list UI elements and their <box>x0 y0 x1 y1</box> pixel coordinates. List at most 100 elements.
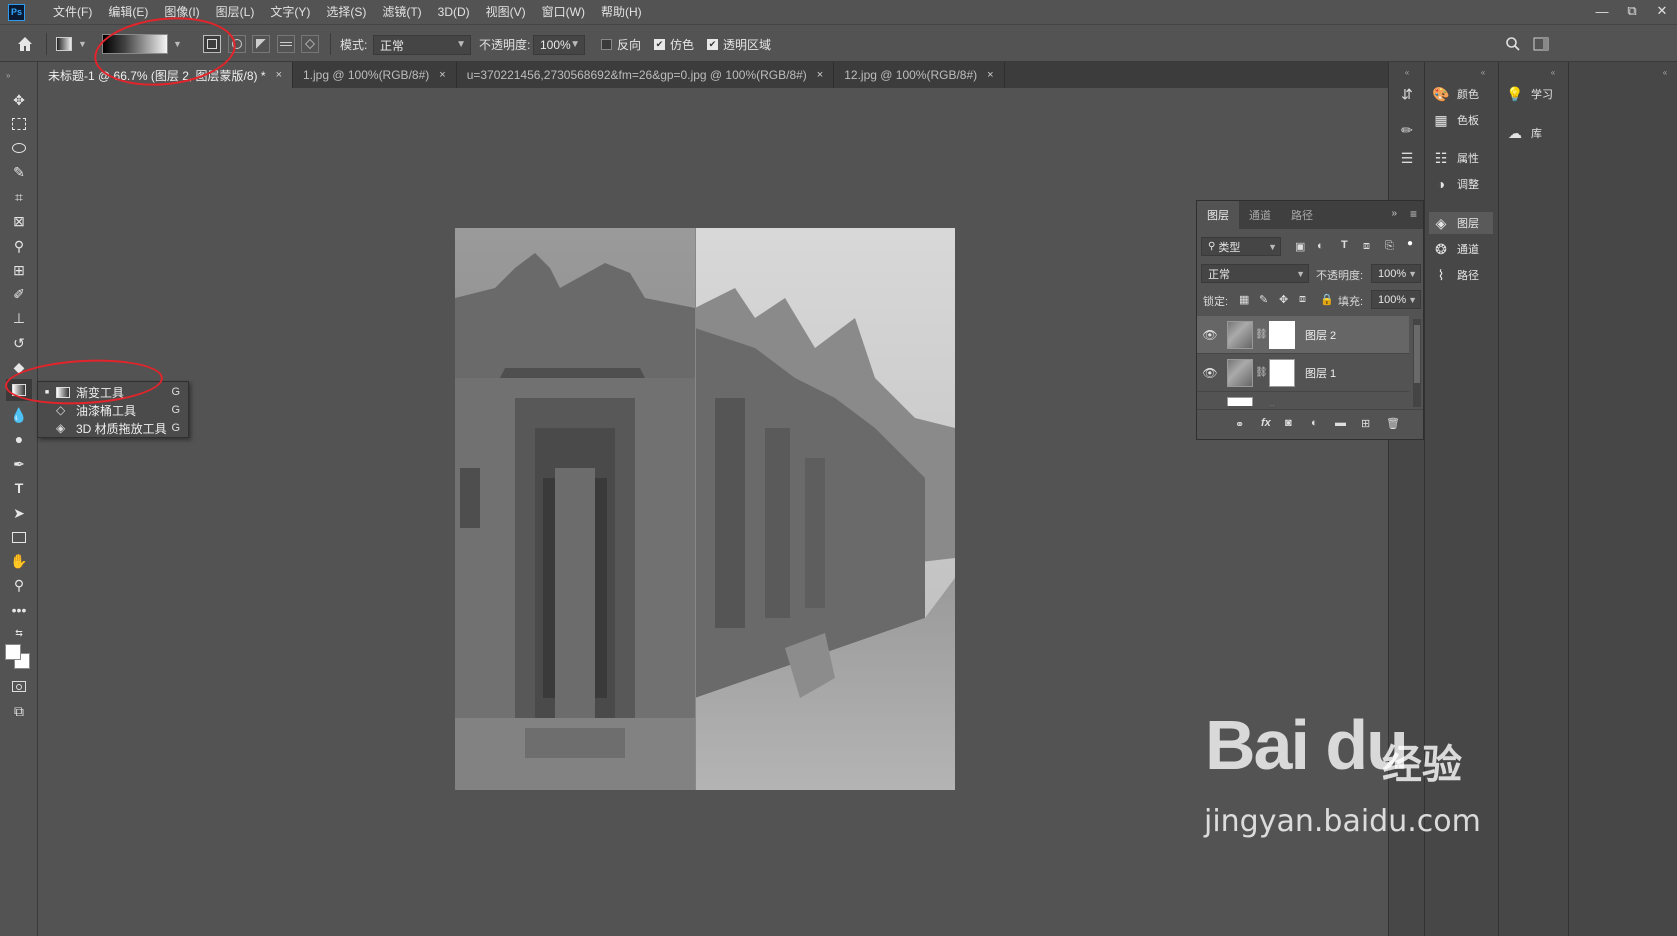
visibility-eye-icon[interactable]: 👁 <box>1197 328 1223 342</box>
brush-tool-icon[interactable]: ✐ <box>6 283 32 305</box>
collapse-dock-icon[interactable]: « <box>1543 62 1563 82</box>
restore-button[interactable]: ⧉ <box>1617 0 1647 22</box>
layer-thumbnail[interactable] <box>1227 358 1253 387</box>
dock-item-libraries[interactable]: ☁ 库 <box>1505 122 1542 144</box>
filter-adjustment-icon[interactable]: ◐ <box>1317 240 1324 252</box>
history-brush-tool-icon[interactable]: ↺ <box>6 332 32 354</box>
link-layers-icon[interactable]: ⚭ <box>1235 418 1244 431</box>
filter-pixel-icon[interactable]: ▣ <box>1295 240 1305 253</box>
close-tab-icon[interactable]: × <box>987 69 993 81</box>
dither-checkbox[interactable]: ✔ 仿色 <box>654 33 694 55</box>
fill-field[interactable]: 100% ▼ <box>1371 290 1421 309</box>
menu-type[interactable]: 文字(Y) <box>262 0 318 24</box>
dock-item-paths[interactable]: ⌇ 路径 <box>1431 264 1479 286</box>
close-tab-icon[interactable]: × <box>276 69 282 81</box>
lock-paint-icon[interactable]: ✎ <box>1259 293 1268 306</box>
link-chain-icon[interactable]: ⛓ <box>1255 367 1268 378</box>
menu-view[interactable]: 视图(V) <box>478 0 534 24</box>
mode-dropdown[interactable]: 正常 ▼ <box>373 35 471 55</box>
type-tool-icon[interactable]: T <box>6 477 32 499</box>
layer-name[interactable]: 图层 1 <box>1305 365 1336 381</box>
layer-opacity-field[interactable]: 100% ▼ <box>1371 264 1421 283</box>
crop-tool-icon[interactable]: ⌗ <box>6 186 32 208</box>
dodge-tool-icon[interactable]: ● <box>6 428 32 450</box>
tab-layers[interactable]: 图层 <box>1197 201 1239 229</box>
lasso-tool-icon[interactable] <box>6 137 32 159</box>
adjust-sliders-icon[interactable]: ☰ <box>1397 148 1417 168</box>
dock-item-swatches[interactable]: ▦ 色板 <box>1431 109 1479 131</box>
quick-mask-icon[interactable] <box>6 675 32 697</box>
tab-document-2[interactable]: 1.jpg @ 100%(RGB/8#) × <box>293 62 457 88</box>
eyedropper-tool-icon[interactable]: ⚲ <box>6 235 32 257</box>
visibility-eye-icon[interactable]: 👁 <box>1197 366 1223 380</box>
reverse-check-box[interactable] <box>601 38 612 50</box>
add-mask-icon[interactable]: ◙ <box>1285 417 1292 429</box>
lock-position-icon[interactable]: ✥ <box>1279 293 1288 306</box>
angle-gradient-button[interactable] <box>252 35 270 53</box>
history-icon[interactable]: ⇵ <box>1397 84 1417 104</box>
close-tab-icon[interactable]: × <box>817 69 823 81</box>
blur-tool-icon[interactable]: 💧 <box>6 404 32 426</box>
visibility-eye-icon[interactable]: 👁 <box>1197 404 1223 407</box>
fx-icon[interactable]: fx <box>1261 417 1271 429</box>
foreground-color-swatch[interactable] <box>5 644 21 660</box>
layer-mask-thumbnail[interactable] <box>1269 358 1295 387</box>
path-select-tool-icon[interactable]: ➤ <box>6 502 32 524</box>
tab-document-3[interactable]: u=370221456,2730568692&fm=26&gp=0.jpg @ … <box>457 62 835 88</box>
reverse-checkbox[interactable]: 反向 <box>601 33 641 55</box>
move-tool-icon[interactable]: ✥ <box>6 89 32 111</box>
reflected-gradient-button[interactable] <box>277 35 295 53</box>
menu-layer[interactable]: 图层(L) <box>208 0 263 24</box>
layer-thumbnail[interactable] <box>1227 396 1253 406</box>
more-tools-icon[interactable]: ••• <box>6 599 32 621</box>
blend-mode-dropdown[interactable]: 正常 ▼ <box>1201 264 1309 283</box>
layer-name[interactable]: 图层 2 <box>1305 327 1336 343</box>
diamond-gradient-button[interactable] <box>301 35 319 53</box>
transparency-check-box[interactable]: ✔ <box>707 38 718 50</box>
delete-layer-icon[interactable]: 🗑 <box>1386 417 1400 430</box>
screen-mode-icon[interactable]: ⧉ <box>6 700 32 722</box>
transparency-checkbox[interactable]: ✔ 透明区域 <box>707 33 771 55</box>
menu-filter[interactable]: 滤镜(T) <box>374 0 429 24</box>
lock-all-icon[interactable]: 🔒 <box>1320 293 1334 306</box>
layers-scrollbar[interactable] <box>1413 319 1421 407</box>
dock-item-adjustments[interactable]: ◑ 调整 <box>1431 173 1479 195</box>
hand-tool-icon[interactable]: ✋ <box>6 550 32 572</box>
menu-3d[interactable]: 3D(D) <box>430 0 478 24</box>
dock-item-channels[interactable]: ❂ 通道 <box>1431 238 1479 260</box>
panel-menu-icon[interactable]: ≡ <box>1410 207 1417 221</box>
filter-smart-object-icon[interactable]: ⎘ <box>1385 240 1394 253</box>
dock-item-layers[interactable]: ◈ 图层 <box>1429 212 1493 234</box>
brush-settings-icon[interactable]: ✏ <box>1397 120 1417 140</box>
tab-document-4[interactable]: 12.jpg @ 100%(RGB/8#) × <box>834 62 1005 88</box>
healing-tool-icon[interactable]: ⊞ <box>6 259 32 281</box>
marquee-tool-icon[interactable] <box>6 113 32 135</box>
home-icon[interactable] <box>16 33 34 55</box>
menu-file[interactable]: 文件(F) <box>45 0 100 24</box>
frame-tool-icon[interactable]: ⊠ <box>6 210 32 232</box>
workspace-icon[interactable] <box>1533 33 1549 55</box>
swap-colors-icon[interactable]: ⇆ <box>6 622 32 644</box>
layer-row-1[interactable]: 👁 ⛓ 图层 1 <box>1197 354 1409 392</box>
collapse-panel-icon[interactable]: » <box>1391 208 1397 219</box>
dither-check-box[interactable]: ✔ <box>654 38 665 50</box>
dock-item-color[interactable]: 🎨 颜色 <box>1431 83 1479 105</box>
new-adjustment-icon[interactable]: ◐ <box>1311 417 1318 429</box>
pen-tool-icon[interactable]: ✒ <box>6 453 32 475</box>
collapse-dock-icon[interactable]: « <box>1655 62 1675 82</box>
tool-preset-picker[interactable]: ▼ <box>56 33 87 55</box>
rectangle-tool-icon[interactable] <box>6 526 32 548</box>
layer-thumbnail[interactable] <box>1227 320 1253 349</box>
menu-help[interactable]: 帮助(H) <box>593 0 650 24</box>
tab-channels[interactable]: 通道 <box>1239 201 1281 229</box>
stamp-tool-icon[interactable]: ⊥ <box>6 307 32 329</box>
layer-row-background[interactable]: 👁 背景 <box>1197 392 1409 406</box>
opacity-field[interactable]: 100% ▼ <box>533 35 585 55</box>
menu-select[interactable]: 选择(S) <box>318 0 374 24</box>
layer-row-2[interactable]: 👁 ⛓ 图层 2 <box>1197 316 1409 354</box>
close-tab-icon[interactable]: × <box>439 69 445 81</box>
quick-select-tool-icon[interactable]: ✎ <box>6 161 32 183</box>
filter-shape-icon[interactable]: ⧈ <box>1363 240 1370 253</box>
link-chain-icon[interactable]: ⛓ <box>1255 329 1268 340</box>
new-group-icon[interactable]: ▬ <box>1335 417 1346 429</box>
